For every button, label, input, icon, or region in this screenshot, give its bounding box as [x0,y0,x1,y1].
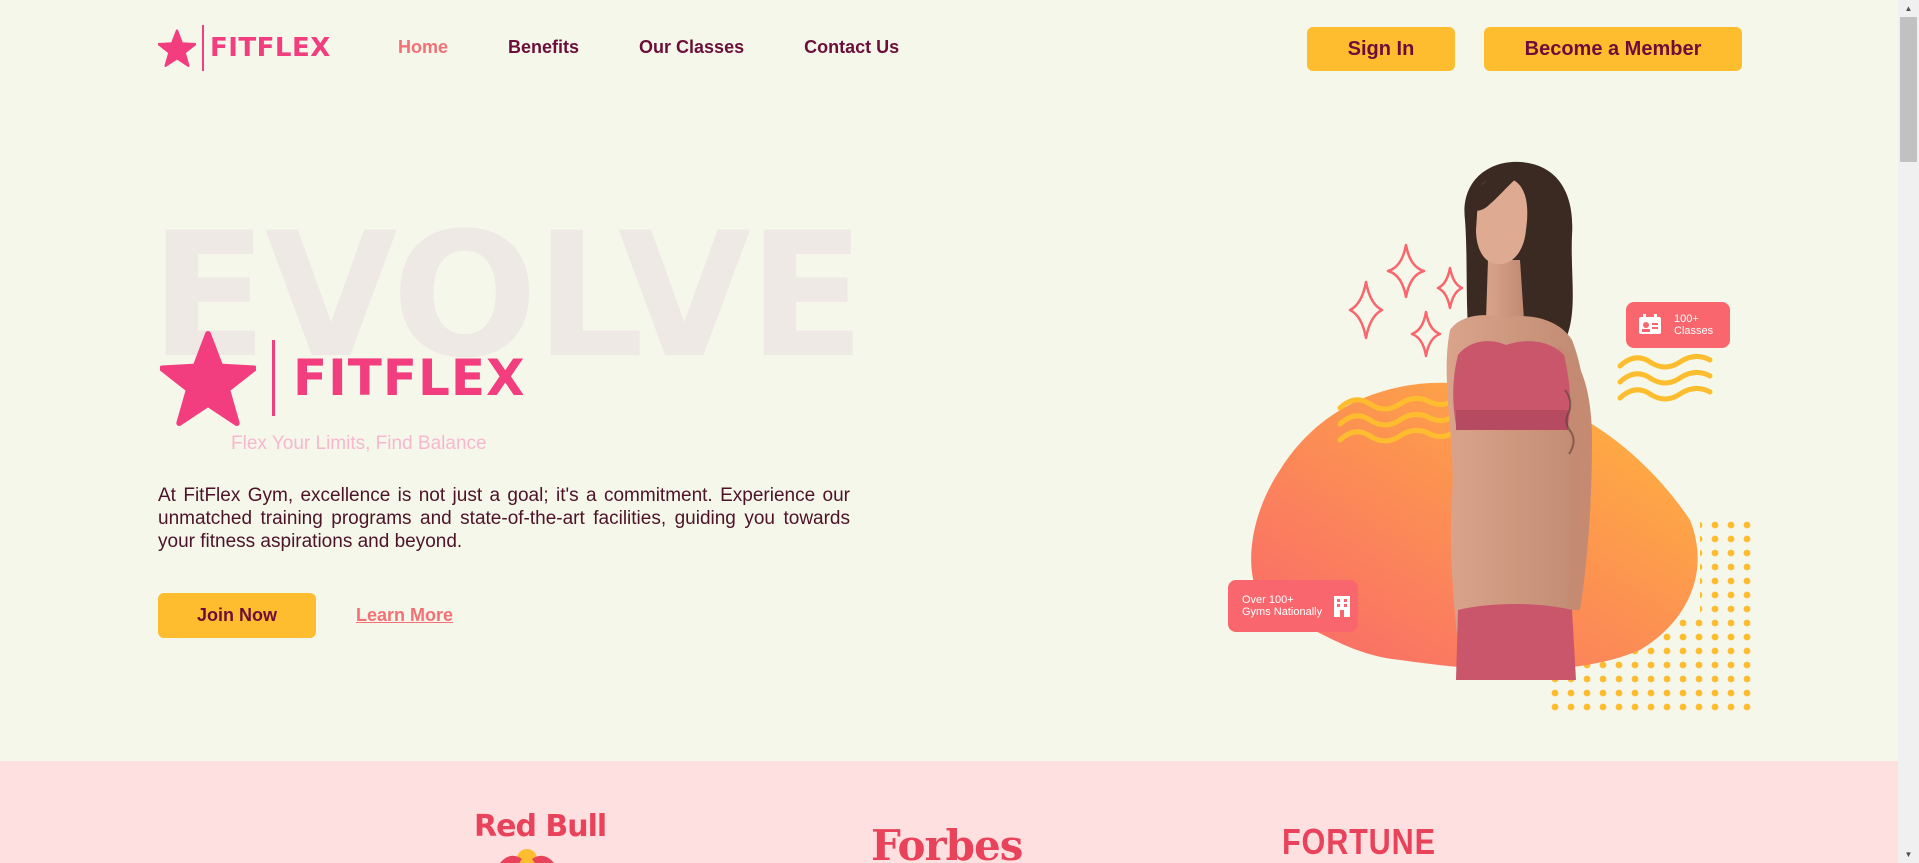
header-logo[interactable]: FITFLEX [158,22,331,74]
partners-logo-band: Red Bull Forbes FORTUNE [0,761,1898,863]
hero-logo-wordmark: FITFLEX [293,349,526,407]
scroll-up-arrow-icon[interactable]: ▲ [1898,0,1919,17]
nav-contact-us[interactable]: Contact Us [804,37,899,58]
sparkle-icon [1348,243,1464,358]
hero-description: At FitFlex Gym, excellence is not just a… [158,485,850,552]
gyms-badge-card: Over 100+ Gyms Nationally [1228,580,1358,632]
redbull-bulls-icon [500,849,554,863]
forbes-logo: Forbes [871,821,1023,863]
star-logo-icon [158,29,196,67]
classes-label: Classes [1674,325,1714,337]
hero-logo: FITFLEX [160,330,526,426]
fortune-logo: FORTUNE [1282,821,1436,862]
classes-badge-card: 100+ Classes [1626,302,1730,348]
scrollbar-thumb[interactable] [1900,17,1917,162]
logo-wordmark: FITFLEX [210,33,331,63]
hero-tagline: Flex Your Limits, Find Balance [231,433,487,454]
vertical-scrollbar[interactable]: ▲ ▼ [1898,0,1919,863]
nav-our-classes[interactable]: Our Classes [639,37,744,58]
id-card-icon [1639,314,1661,334]
star-logo-icon [160,330,256,426]
redbull-logo: Red Bull [474,809,607,844]
hero-illustration [1251,161,1751,711]
gyms-label: Gyms Nationally [1242,606,1323,618]
classes-count: 100+ [1674,313,1699,325]
site-header: FITFLEX Home Benefits Our Classes Contac… [0,0,1898,96]
join-now-button[interactable]: Join Now [158,593,316,638]
woman-figure-image [1446,161,1592,680]
wave-lines-right [1617,354,1713,402]
hero-logo-divider [272,340,275,416]
gyms-count: Over 100+ [1242,594,1294,606]
nav-benefits[interactable]: Benefits [508,37,579,58]
logo-divider [202,25,204,71]
learn-more-link[interactable]: Learn More [356,605,453,626]
sign-in-button[interactable]: Sign In [1307,27,1455,71]
nav-home[interactable]: Home [398,37,448,58]
main-nav: Home Benefits Our Classes Contact Us [398,37,959,58]
become-member-button[interactable]: Become a Member [1484,27,1742,71]
building-icon [1334,596,1351,617]
scroll-down-arrow-icon[interactable]: ▼ [1898,846,1919,863]
